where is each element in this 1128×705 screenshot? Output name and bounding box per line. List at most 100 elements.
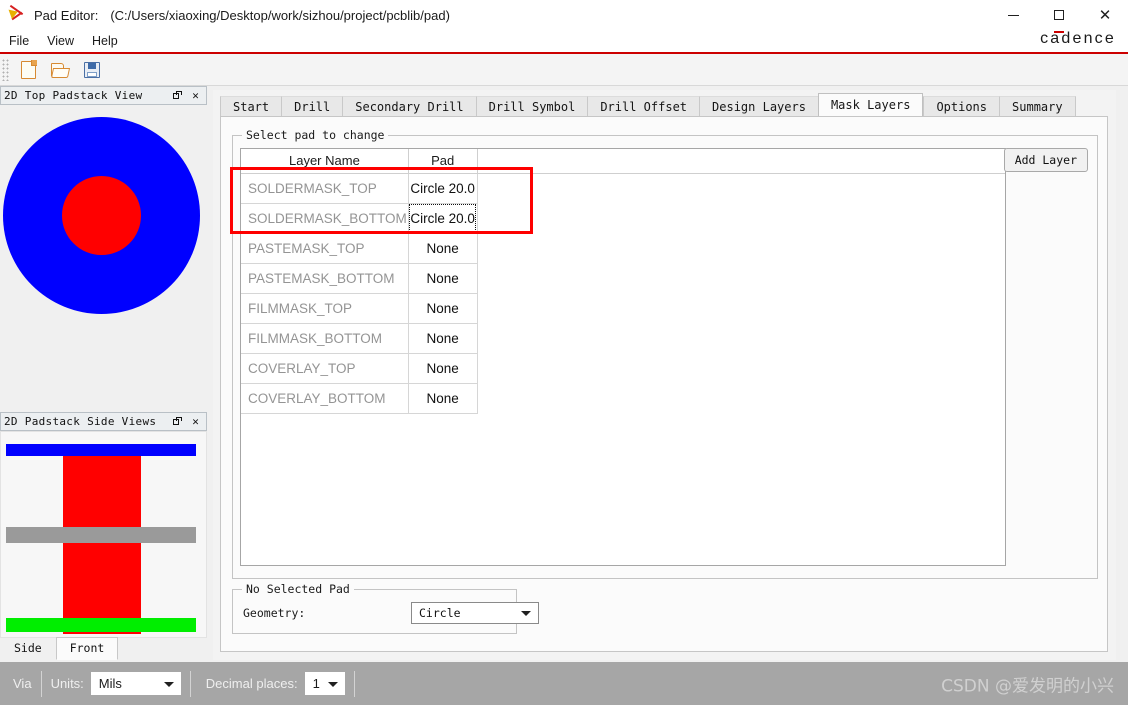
cell-filler	[477, 233, 1005, 263]
cell-pad-value[interactable]: Circle 20.0	[408, 173, 478, 204]
select-pad-group: Select pad to change Layer Name Pad SOLD…	[232, 128, 1098, 579]
table-row[interactable]: COVERLAY_BOTTOM None	[241, 383, 1005, 414]
cell-layer-name: COVERLAY_TOP	[241, 353, 409, 384]
tab-front[interactable]: Front	[55, 637, 119, 660]
decimal-places-select[interactable]: 1	[304, 672, 345, 695]
dock-2d-top-padstack-view-title: 2D Top Padstack View	[4, 89, 143, 102]
pad-editor-window: Pad Editor: (C:/Users/xiaoxing/Desktop/w…	[0, 0, 1128, 705]
units-select-value: Mils	[98, 676, 122, 691]
no-selected-pad-legend: No Selected Pad	[242, 582, 354, 596]
select-pad-group-legend: Select pad to change	[242, 128, 389, 142]
mask-layers-table: Layer Name Pad SOLDERMASK_TOP Circle 20.…	[241, 149, 1005, 414]
maximize-button[interactable]	[1036, 0, 1082, 30]
float-panel-button-top-view[interactable]	[170, 88, 185, 103]
close-icon: ✕	[192, 415, 199, 428]
geometry-row: Geometry: Circle	[243, 602, 539, 624]
table-row[interactable]: PASTEMASK_TOP None	[241, 233, 1005, 264]
tab-drill-symbol[interactable]: Drill Symbol	[475, 96, 588, 116]
cell-layer-name: FILMMASK_TOP	[241, 293, 409, 324]
menu-item-file[interactable]: File	[0, 32, 38, 50]
status-mode-label: Via	[13, 676, 32, 691]
main-content: Start Drill Secondary Drill Drill Symbol…	[213, 90, 1116, 660]
decimal-places-label: Decimal places:	[205, 676, 298, 691]
tab-mask-layers[interactable]: Mask Layers	[817, 93, 924, 116]
window-controls: ✕	[990, 0, 1128, 30]
table-row[interactable]: FILMMASK_TOP None	[241, 293, 1005, 324]
status-divider	[40, 670, 42, 697]
mask-layers-table-container[interactable]: Layer Name Pad SOLDERMASK_TOP Circle 20.…	[240, 148, 1006, 566]
menu-item-help[interactable]: Help	[83, 32, 127, 50]
tab-drill[interactable]: Drill	[281, 96, 343, 116]
drill-hole-shape	[62, 176, 141, 255]
cell-filler	[477, 383, 1005, 413]
float-panel-button-side-views[interactable]	[170, 414, 185, 429]
table-row[interactable]: COVERLAY_TOP None	[241, 353, 1005, 384]
top-padstack-canvas[interactable]	[0, 105, 207, 412]
table-row[interactable]: SOLDERMASK_TOP Circle 20.0	[241, 173, 1005, 204]
side-view-canvas[interactable]	[0, 431, 207, 638]
no-selected-pad-group: No Selected Pad Geometry: Circle	[232, 582, 539, 634]
cell-layer-name: SOLDERMASK_TOP	[241, 173, 409, 204]
column-header-layer-name[interactable]: Layer Name	[241, 149, 409, 174]
table-row[interactable]: PASTEMASK_BOTTOM None	[241, 263, 1005, 294]
save-button[interactable]	[78, 57, 106, 83]
status-bar: Via Units: Mils Decimal places: 1 CSDN @…	[0, 662, 1128, 705]
chevron-down-icon	[163, 681, 174, 687]
dock-2d-padstack-side-views-title: 2D Padstack Side Views	[4, 415, 157, 428]
watermark: CSDN @爱发明的小兴	[941, 676, 1114, 696]
cell-filler	[477, 263, 1005, 293]
table-row[interactable]: SOLDERMASK_BOTTOM Circle 20.0	[241, 203, 1005, 234]
dock-2d-top-padstack-view: 2D Top Padstack View ✕	[0, 86, 207, 412]
window-file-path: (C:/Users/xiaoxing/Desktop/work/sizhou/p…	[110, 7, 450, 23]
cell-filler	[477, 353, 1005, 383]
dock-2d-padstack-side-views-header: 2D Padstack Side Views ✕	[0, 412, 207, 431]
tab-side[interactable]: Side	[0, 637, 56, 660]
dock-2d-top-padstack-view-header: 2D Top Padstack View ✕	[0, 86, 207, 105]
side-view-tabstrip: Side Front	[0, 637, 207, 660]
geometry-select[interactable]: Circle	[411, 602, 539, 624]
cell-pad-value[interactable]: None	[408, 293, 478, 324]
cell-pad-value-focused[interactable]: Circle 20.0	[408, 203, 478, 234]
cell-pad-value[interactable]: None	[408, 353, 478, 384]
bottom-mask-bar	[6, 618, 196, 632]
cell-layer-name: SOLDERMASK_BOTTOM	[241, 203, 409, 234]
cell-pad-value[interactable]: None	[408, 383, 478, 414]
new-file-button[interactable]	[14, 57, 42, 83]
menu-bar: File View Help	[0, 30, 1128, 52]
dock-2d-padstack-side-views: 2D Padstack Side Views ✕ Side Front	[0, 412, 207, 660]
units-select[interactable]: Mils	[90, 672, 181, 695]
chevron-down-icon	[327, 681, 338, 687]
cell-layer-name: COVERLAY_BOTTOM	[241, 383, 409, 414]
cell-pad-value[interactable]: None	[408, 263, 478, 294]
menu-item-view[interactable]: View	[38, 32, 83, 50]
open-folder-icon	[50, 62, 70, 78]
units-label: Units:	[50, 676, 84, 691]
column-header-filler	[477, 149, 1005, 174]
tab-summary[interactable]: Summary	[999, 96, 1076, 116]
new-file-icon	[20, 59, 37, 79]
minimize-button[interactable]	[990, 0, 1036, 30]
close-panel-button-side-views[interactable]: ✕	[188, 414, 203, 429]
table-row[interactable]: FILMMASK_BOTTOM None	[241, 323, 1005, 354]
tab-design-layers[interactable]: Design Layers	[699, 96, 818, 116]
cell-pad-value[interactable]: None	[408, 323, 478, 354]
tab-start[interactable]: Start	[220, 96, 282, 116]
main-tabstrip: Start Drill Secondary Drill Drill Symbol…	[220, 93, 1076, 116]
cell-filler	[477, 293, 1005, 323]
add-layer-button[interactable]: Add Layer	[1003, 148, 1088, 172]
tab-drill-offset[interactable]: Drill Offset	[587, 96, 700, 116]
chevron-down-icon	[521, 611, 531, 616]
close-icon: ✕	[192, 89, 199, 102]
status-divider	[189, 670, 191, 697]
close-panel-button-top-view[interactable]: ✕	[188, 88, 203, 103]
toolbar-grip[interactable]	[2, 58, 9, 81]
restore-icon	[173, 417, 182, 426]
open-file-button[interactable]	[46, 57, 74, 83]
close-button[interactable]: ✕	[1082, 0, 1128, 30]
tab-options[interactable]: Options	[923, 96, 1000, 116]
tab-secondary-drill[interactable]: Secondary Drill	[342, 96, 476, 116]
toolbar	[0, 54, 1128, 86]
column-header-pad[interactable]: Pad	[408, 149, 478, 174]
board-core-bar	[6, 527, 196, 543]
cell-pad-value[interactable]: None	[408, 233, 478, 264]
